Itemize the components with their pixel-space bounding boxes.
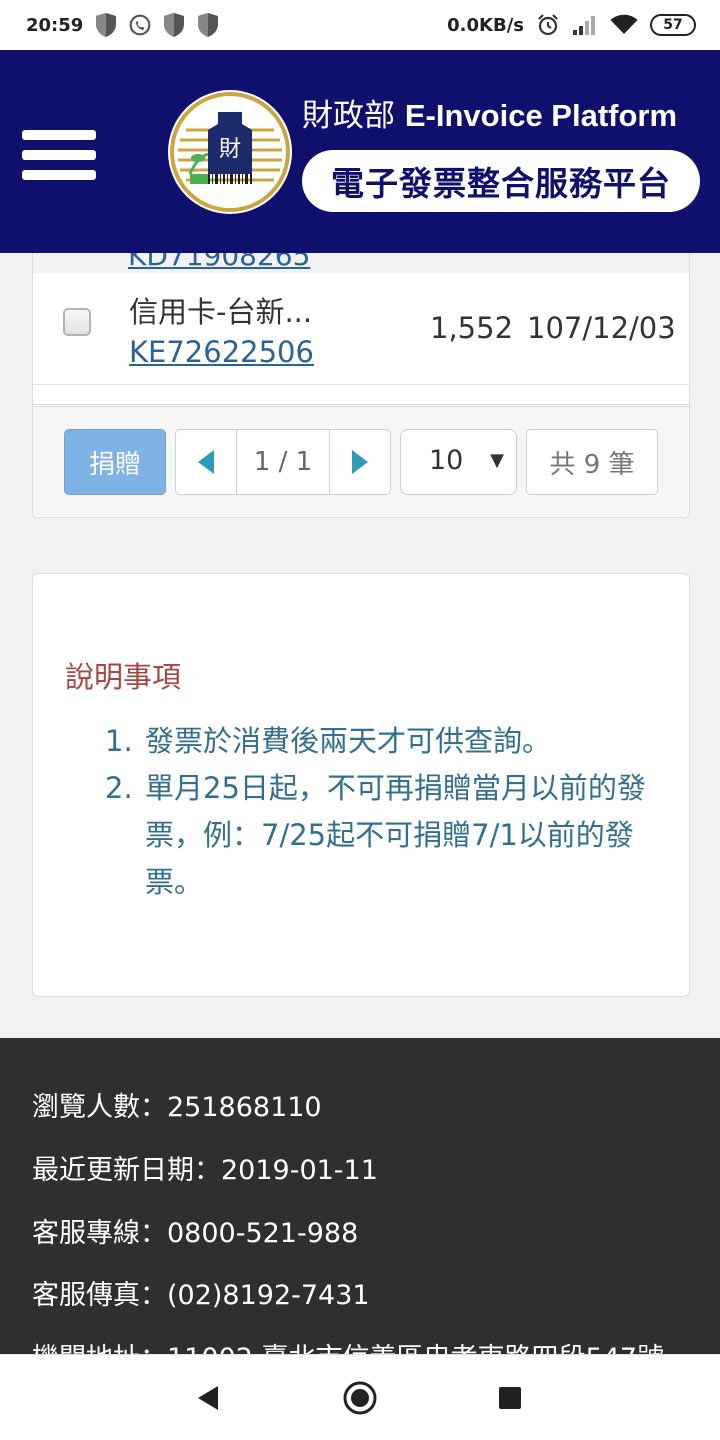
next-page-button[interactable]: [329, 430, 390, 494]
partial-invoice-link: KD71908265: [128, 253, 311, 272]
invoice-number-link[interactable]: KE72622506: [129, 335, 314, 369]
caret-right-icon: [352, 450, 368, 474]
brand-ministry: 財政部: [302, 98, 395, 134]
table-row: 信用卡-台新... KE72622506 1,552 107/12/03: [33, 273, 689, 385]
site-footer: 瀏覽人數：251868110 最近更新日期：2019-01-11 客服專線：08…: [0, 1038, 720, 1354]
chevron-down-icon: ▼: [490, 450, 504, 471]
shield-icon: [198, 13, 219, 37]
status-bar: 20:59 0.0KB/s 57: [0, 0, 720, 50]
invoice-list-card: KD71908265 信用卡-台新... KE72622506 1,552 10…: [32, 253, 690, 518]
network-speed: 0.0KB/s: [447, 14, 524, 36]
previous-page-button[interactable]: [176, 430, 237, 494]
caret-left-icon: [198, 450, 214, 474]
wifi-icon: [610, 14, 638, 34]
service-fax: 客服傳真：(02)8192-7431: [32, 1280, 370, 1311]
recent-apps-icon[interactable]: [499, 1387, 521, 1409]
ministry-logo[interactable]: 財: [168, 90, 292, 214]
row-checkbox[interactable]: [63, 308, 91, 336]
back-icon[interactable]: [196, 1385, 220, 1411]
alarm-icon: [538, 14, 558, 36]
invoice-amount: 1,552: [430, 311, 514, 345]
list-controls: 捐贈 1 / 1 10 ▼ 共 9 筆: [33, 406, 689, 516]
notes-list: 1. 發票於消費後兩天才可供查詢。 2. 單月25日起，不可再捐贈當月以前的發票…: [105, 718, 665, 906]
last-updated: 最近更新日期：2019-01-11: [32, 1155, 378, 1186]
agency-address: 機關地址：11002 臺北市信義區忠孝東路四段547號: [32, 1336, 664, 1354]
svg-text:財: 財: [219, 137, 241, 162]
status-time: 20:59: [26, 14, 84, 36]
table-row-spacer: [33, 385, 689, 405]
battery-indicator: 57: [650, 14, 696, 36]
per-page-select[interactable]: 10 ▼: [400, 429, 517, 495]
signal-icon: [573, 16, 595, 35]
notes-title: 說明事項: [65, 660, 182, 694]
status-left: 20:59: [26, 12, 219, 38]
donate-button[interactable]: 捐贈: [64, 429, 166, 495]
per-page-value: 10: [429, 445, 464, 476]
brand-english: E-Invoice Platform: [404, 98, 678, 133]
menu-icon[interactable]: [22, 130, 96, 180]
table-row-partial: KD71908265: [33, 253, 689, 273]
brand-title: 財政部 E-Invoice Platform: [302, 90, 677, 135]
list-item: 1. 發票於消費後兩天才可供查詢。: [105, 718, 665, 765]
note-number: 2.: [105, 771, 133, 805]
total-count: 共 9 筆: [526, 429, 658, 495]
service-hotline[interactable]: 客服專線：0800-521-988: [32, 1211, 358, 1250]
home-icon[interactable]: [342, 1380, 378, 1416]
note-number: 1.: [105, 724, 133, 758]
list-item: 2. 單月25日起，不可再捐贈當月以前的發票，例：7/25起不可捐贈7/1以前的…: [105, 765, 665, 906]
shield-icon: [164, 13, 185, 37]
phone-icon: [129, 14, 151, 36]
page-indicator: 1 / 1: [253, 447, 313, 477]
brand-subtitle: 電子發票整合服務平台: [302, 150, 700, 212]
status-right: 0.0KB/s 57: [447, 13, 696, 37]
note-text: 發票於消費後兩天才可供查詢。: [145, 724, 552, 758]
logo-emblem-icon: 財: [170, 92, 290, 212]
navigation-bar: [0, 1354, 720, 1440]
site-header: 財 財政部 E-Invoice Platform 電子發票整合服務平台: [0, 50, 720, 253]
invoice-date: 107/12/03: [527, 311, 676, 345]
visitor-count: 瀏覽人數：251868110: [32, 1092, 322, 1123]
notes-card: 說明事項 1. 發票於消費後兩天才可供查詢。 2. 單月25日起，不可再捐贈當月…: [32, 573, 690, 997]
shield-icon: [96, 13, 117, 37]
invoice-title: 信用卡-台新...: [129, 295, 313, 329]
pagination: 1 / 1: [175, 429, 391, 495]
note-text: 單月25日起，不可再捐贈當月以前的發票，例：7/25起不可捐贈7/1以前的發票。: [145, 771, 646, 899]
